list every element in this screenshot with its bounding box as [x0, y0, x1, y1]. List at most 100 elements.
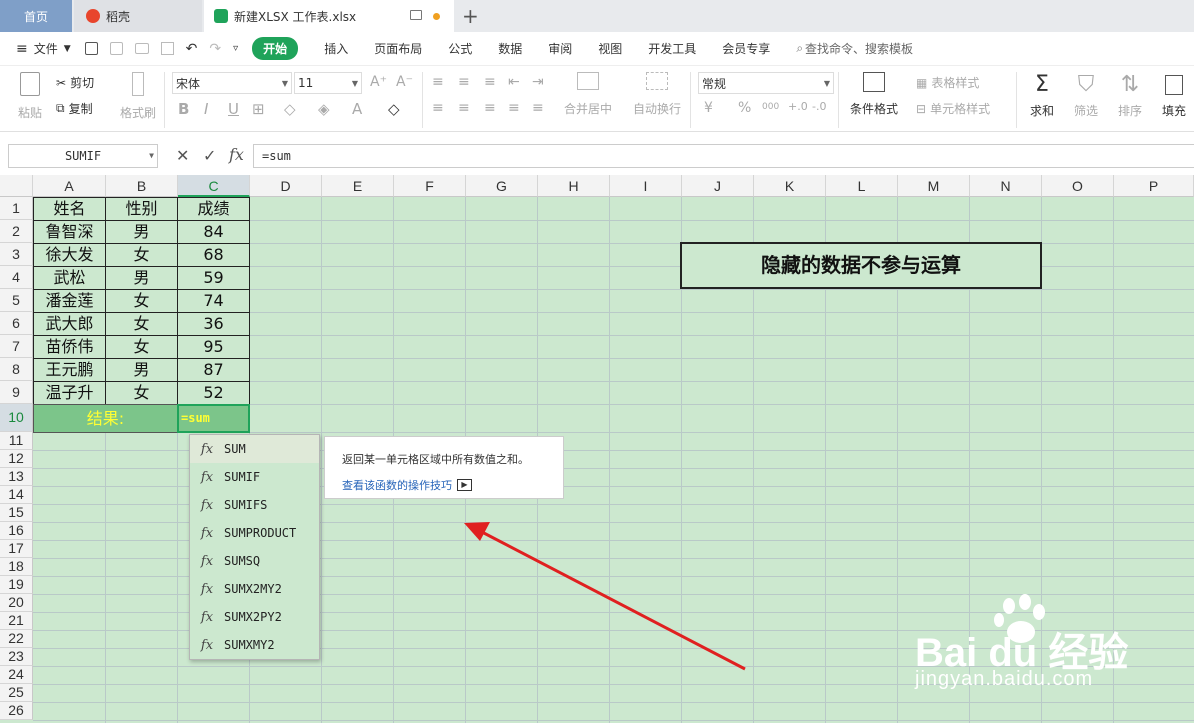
- highlight-icon[interactable]: ◈: [318, 100, 330, 118]
- row-header[interactable]: 7: [0, 335, 33, 358]
- font-grow-icon[interactable]: A⁺: [370, 74, 387, 90]
- header-cell-gender[interactable]: 性别: [105, 197, 178, 221]
- justify-icon[interactable]: ≡: [508, 100, 520, 116]
- align-left-icon[interactable]: ≡: [432, 100, 444, 116]
- row-header[interactable]: 1: [0, 197, 33, 220]
- merge-button[interactable]: 合并居中: [564, 72, 612, 117]
- clear-icon[interactable]: ◇: [388, 100, 400, 118]
- menu-review[interactable]: 审阅: [548, 40, 572, 57]
- confirm-icon[interactable]: ✓: [203, 146, 216, 165]
- italic-icon[interactable]: I: [204, 100, 208, 118]
- cell-score[interactable]: 95: [177, 335, 250, 359]
- menu-developer[interactable]: 开发工具: [648, 40, 696, 57]
- function-option-sum[interactable]: fx SUM: [190, 435, 319, 463]
- col-header-i[interactable]: I: [610, 175, 682, 197]
- row-header[interactable]: 22: [0, 630, 33, 648]
- indent-decrease-icon[interactable]: ⇤: [508, 74, 520, 90]
- new-tab-button[interactable]: +: [462, 0, 484, 32]
- function-option-sumproduct[interactable]: fx SUMPRODUCT: [190, 519, 319, 547]
- select-all-corner[interactable]: [0, 175, 33, 197]
- row-header[interactable]: 17: [0, 540, 33, 558]
- align-right-icon[interactable]: ≡: [484, 100, 496, 116]
- cell-gender[interactable]: 男: [105, 220, 178, 244]
- menu-formula[interactable]: 公式: [448, 40, 472, 57]
- align-middle-icon[interactable]: ≡: [458, 74, 470, 90]
- row-header[interactable]: 16: [0, 522, 33, 540]
- tab-home[interactable]: 首页: [0, 0, 72, 32]
- col-header-f[interactable]: F: [394, 175, 466, 197]
- function-option-sumx2py2[interactable]: fx SUMX2PY2: [190, 603, 319, 631]
- cell-gender[interactable]: 女: [105, 335, 178, 359]
- command-search[interactable]: 查找命令、搜索模板: [805, 40, 913, 57]
- cell-style-button[interactable]: ⊟ 单元格样式: [916, 100, 990, 117]
- function-tips-link[interactable]: 查看该函数的操作技巧 ▶: [342, 477, 563, 493]
- copy-button[interactable]: ⧉ 复制: [56, 100, 93, 117]
- cell-score[interactable]: 74: [177, 289, 250, 313]
- percent-icon[interactable]: %: [738, 100, 751, 116]
- cell-name[interactable]: 苗侨伟: [33, 335, 106, 359]
- row-header[interactable]: 26: [0, 702, 33, 720]
- table-style-button[interactable]: ▦ 表格样式: [916, 74, 979, 91]
- cell-name[interactable]: 武大郎: [33, 312, 106, 336]
- row-header[interactable]: 2: [0, 220, 33, 243]
- col-header-n[interactable]: N: [970, 175, 1042, 197]
- cell-gender[interactable]: 女: [105, 381, 178, 405]
- customize-icon[interactable]: ▿: [233, 43, 238, 54]
- cell-name[interactable]: 徐大发: [33, 243, 106, 267]
- format-brush-button[interactable]: 格式刷: [120, 72, 156, 121]
- sort-button[interactable]: ⇅ 排序: [1118, 72, 1142, 119]
- cell-gender[interactable]: 女: [105, 289, 178, 313]
- row-header[interactable]: 11: [0, 432, 33, 450]
- menu-page-layout[interactable]: 页面布局: [374, 40, 422, 57]
- fill-button[interactable]: 填充: [1162, 72, 1186, 119]
- cell-gender[interactable]: 女: [105, 243, 178, 267]
- cell-name[interactable]: 潘金莲: [33, 289, 106, 313]
- fx-icon[interactable]: fx: [229, 145, 244, 164]
- currency-icon[interactable]: ¥: [704, 100, 713, 116]
- function-option-sumx2my2[interactable]: fx SUMX2MY2: [190, 575, 319, 603]
- cell-gender[interactable]: 女: [105, 312, 178, 336]
- header-cell-score[interactable]: 成绩: [177, 197, 250, 221]
- row-header[interactable]: 18: [0, 558, 33, 576]
- result-label-cell[interactable]: 结果:: [33, 404, 178, 433]
- row-header[interactable]: 20: [0, 594, 33, 612]
- decimal-decrease-icon[interactable]: -.0: [812, 100, 826, 113]
- cell-gender[interactable]: 男: [105, 358, 178, 382]
- active-cell-input[interactable]: =sum: [177, 404, 250, 433]
- print-icon[interactable]: [134, 43, 149, 54]
- row-header[interactable]: 9: [0, 381, 33, 404]
- cell-score[interactable]: 36: [177, 312, 250, 336]
- col-header-l[interactable]: L: [826, 175, 898, 197]
- row-header-active[interactable]: 10: [0, 404, 33, 432]
- col-header-b[interactable]: B: [106, 175, 178, 197]
- cancel-icon[interactable]: ✕: [176, 146, 189, 165]
- header-cell-name[interactable]: 姓名: [33, 197, 106, 221]
- font-color-icon[interactable]: A: [352, 100, 362, 118]
- row-header[interactable]: 14: [0, 486, 33, 504]
- col-header-e[interactable]: E: [322, 175, 394, 197]
- row-header[interactable]: 6: [0, 312, 33, 335]
- filter-button[interactable]: ⛉ 筛选: [1074, 72, 1098, 119]
- menu-file[interactable]: 文件: [34, 40, 58, 57]
- redo-icon[interactable]: ↷: [209, 41, 221, 57]
- number-format-select[interactable]: 常规 ▼: [698, 72, 834, 94]
- row-header[interactable]: 5: [0, 289, 33, 312]
- align-center-icon[interactable]: ≡: [458, 100, 470, 116]
- row-header[interactable]: 15: [0, 504, 33, 522]
- col-header-o[interactable]: O: [1042, 175, 1114, 197]
- export-icon[interactable]: [109, 42, 123, 55]
- paste-button[interactable]: 粘贴: [12, 72, 48, 121]
- col-header-a[interactable]: A: [33, 175, 106, 197]
- menu-view[interactable]: 视图: [598, 40, 622, 57]
- annotation-textbox[interactable]: 隐藏的数据不参与运算: [680, 242, 1042, 289]
- thousand-icon[interactable]: 000: [762, 102, 779, 112]
- preview-icon[interactable]: [160, 42, 174, 55]
- row-header[interactable]: 12: [0, 450, 33, 468]
- cut-button[interactable]: ✂ 剪切: [56, 74, 94, 91]
- cond-format-button[interactable]: 条件格式: [850, 72, 898, 117]
- menu-member[interactable]: 会员专享: [722, 40, 770, 57]
- col-header-j[interactable]: J: [682, 175, 754, 197]
- col-header-m[interactable]: M: [898, 175, 970, 197]
- function-option-sumxmy2[interactable]: fx SUMXMY2: [190, 631, 319, 659]
- menu-icon[interactable]: ≡: [16, 41, 28, 57]
